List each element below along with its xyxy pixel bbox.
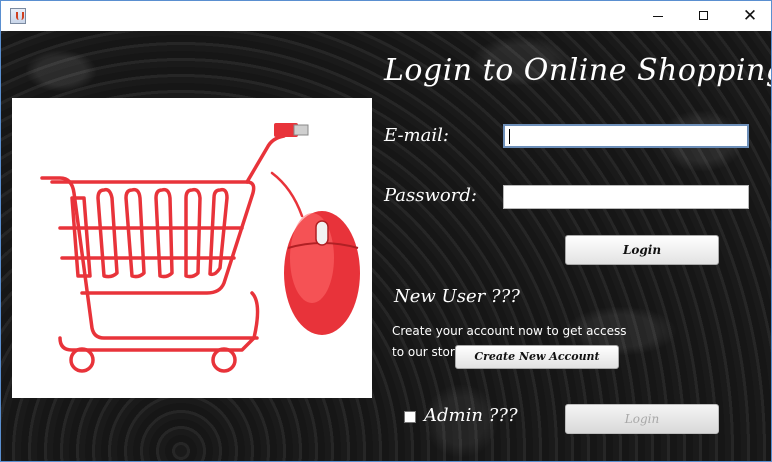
close-button[interactable]: ✕ — [727, 1, 772, 31]
admin-checkbox[interactable] — [404, 411, 416, 423]
email-label: E-mail: — [384, 125, 449, 146]
email-field[interactable] — [503, 124, 749, 148]
admin-checkbox-label[interactable]: Admin ??? — [424, 405, 518, 426]
password-field[interactable] — [503, 185, 749, 209]
maximize-icon — [699, 11, 708, 20]
minimize-button[interactable] — [635, 1, 681, 31]
maximize-button[interactable] — [681, 1, 727, 31]
new-user-heading: New User ??? — [394, 286, 520, 307]
close-icon: ✕ — [742, 6, 758, 26]
java-app-icon — [10, 8, 26, 24]
create-account-button[interactable]: Create New Account — [455, 345, 619, 369]
admin-login-button[interactable]: Login — [565, 404, 719, 434]
cart-mouse-illustration — [40, 123, 360, 373]
login-button[interactable]: Login — [565, 235, 719, 265]
minimize-icon — [653, 16, 663, 17]
shopping-cart-image — [12, 98, 372, 398]
password-label: Password: — [384, 185, 477, 206]
page-title: Login to Online Shopping... — [384, 53, 771, 88]
text-caret — [509, 129, 510, 144]
login-panel: Login to Online Shopping... — [1, 31, 771, 461]
title-bar: ✕ — [1, 1, 771, 31]
app-window: ✕ Login to Online Shopping... — [0, 0, 772, 462]
